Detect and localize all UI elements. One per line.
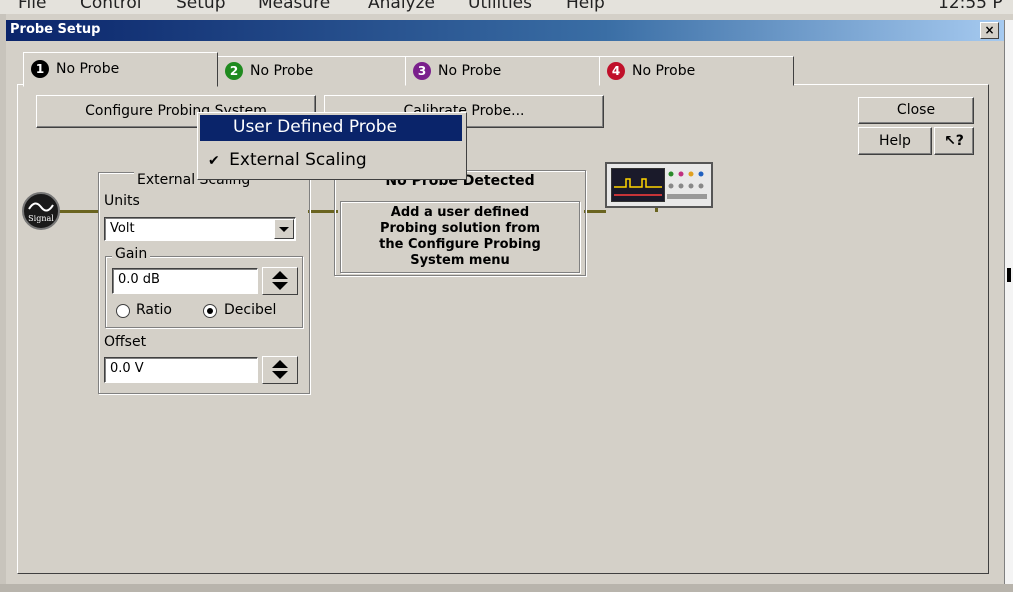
chevron-down-icon[interactable] [272, 282, 288, 290]
app-menubar: File Control Setup Measure Analyze Utili… [0, 0, 1013, 14]
units-label: Units [104, 193, 140, 209]
window-title: Probe Setup [10, 22, 101, 37]
menu-item-external-scaling[interactable]: ✔ External Scaling [208, 150, 367, 170]
menu-control[interactable]: Control [80, 0, 141, 13]
tab-label: No Probe [632, 63, 696, 79]
decibel-radio[interactable] [203, 304, 217, 318]
chevron-down-icon[interactable] [274, 219, 294, 239]
offset-label: Offset [104, 334, 147, 350]
channel-3-icon: 3 [413, 62, 431, 80]
menu-file[interactable]: File [18, 0, 46, 13]
ratio-label: Ratio [136, 302, 172, 318]
gain-label: Gain [112, 246, 151, 262]
oscilloscope-icon [605, 162, 713, 208]
gain-input[interactable]: 0.0 dB [112, 268, 258, 294]
message-line: the Configure Probing [379, 237, 541, 252]
clock: 12:55 P [938, 0, 1003, 13]
waveform-icon [614, 178, 662, 196]
offset-stepper[interactable] [262, 356, 298, 384]
tab-label: No Probe [250, 63, 314, 79]
close-button[interactable]: Close [858, 97, 974, 124]
close-icon[interactable]: × [980, 22, 999, 39]
scope-connector-line [584, 210, 606, 213]
units-value: Volt [110, 221, 135, 236]
message-line: Add a user defined [390, 205, 530, 220]
menu-item-label: External Scaling [229, 150, 367, 170]
checkmark-icon: ✔ [208, 153, 220, 169]
signal-label: Signal [28, 214, 54, 223]
chevron-up-icon[interactable] [272, 271, 288, 279]
channel-1-icon: 1 [31, 60, 49, 78]
offset-input[interactable]: 0.0 V [104, 357, 258, 383]
menu-utilities[interactable]: Utilities [468, 0, 532, 13]
tab-label: No Probe [438, 63, 502, 79]
offset-value: 0.0 V [110, 361, 144, 376]
decibel-label: Decibel [224, 302, 277, 318]
help-button[interactable]: Help [858, 127, 932, 155]
menu-measure[interactable]: Measure [258, 0, 330, 13]
menu-item-user-defined-probe[interactable]: User Defined Probe [200, 115, 462, 141]
scope-screen-icon [611, 168, 665, 202]
channel-4-icon: 4 [607, 62, 625, 80]
tab-channel-3[interactable]: 3 No Probe [405, 56, 600, 86]
background-window-strip [1004, 20, 1013, 592]
message-line: Probing solution from [379, 221, 541, 236]
tab-channel-2[interactable]: 2 No Probe [217, 56, 406, 86]
bottom-edge [0, 584, 1013, 592]
tab-label: No Probe [56, 61, 120, 77]
ratio-radio[interactable] [116, 304, 130, 318]
probe-status-message: Add a user defined Probing solution from… [340, 205, 580, 269]
chevron-up-icon[interactable] [272, 360, 288, 368]
whats-this-help-icon[interactable]: ↖? [934, 127, 974, 155]
configure-probing-menu: User Defined Probe ✔ External Scaling [197, 112, 467, 180]
channel-2-icon: 2 [225, 62, 243, 80]
text-cursor-mark [1007, 268, 1011, 282]
message-line: System menu [410, 253, 510, 268]
units-select[interactable]: Volt [104, 217, 296, 241]
signal-icon: Signal [22, 192, 60, 230]
dropdown-arrow-glyph [279, 227, 289, 232]
tab-channel-4[interactable]: 4 No Probe [599, 56, 794, 86]
menu-setup[interactable]: Setup [176, 0, 225, 13]
scope-knobs-icon [667, 171, 707, 199]
tab-channel-1[interactable]: 1 No Probe [23, 52, 218, 87]
menu-help[interactable]: Help [566, 0, 605, 13]
chevron-down-icon[interactable] [272, 371, 288, 379]
gain-value: 0.0 dB [118, 272, 160, 287]
gain-stepper[interactable] [262, 267, 298, 295]
menu-analyze[interactable]: Analyze [368, 0, 435, 13]
window-titlebar: Probe Setup × [6, 20, 1004, 41]
menu-item-label: User Defined Probe [233, 117, 398, 137]
